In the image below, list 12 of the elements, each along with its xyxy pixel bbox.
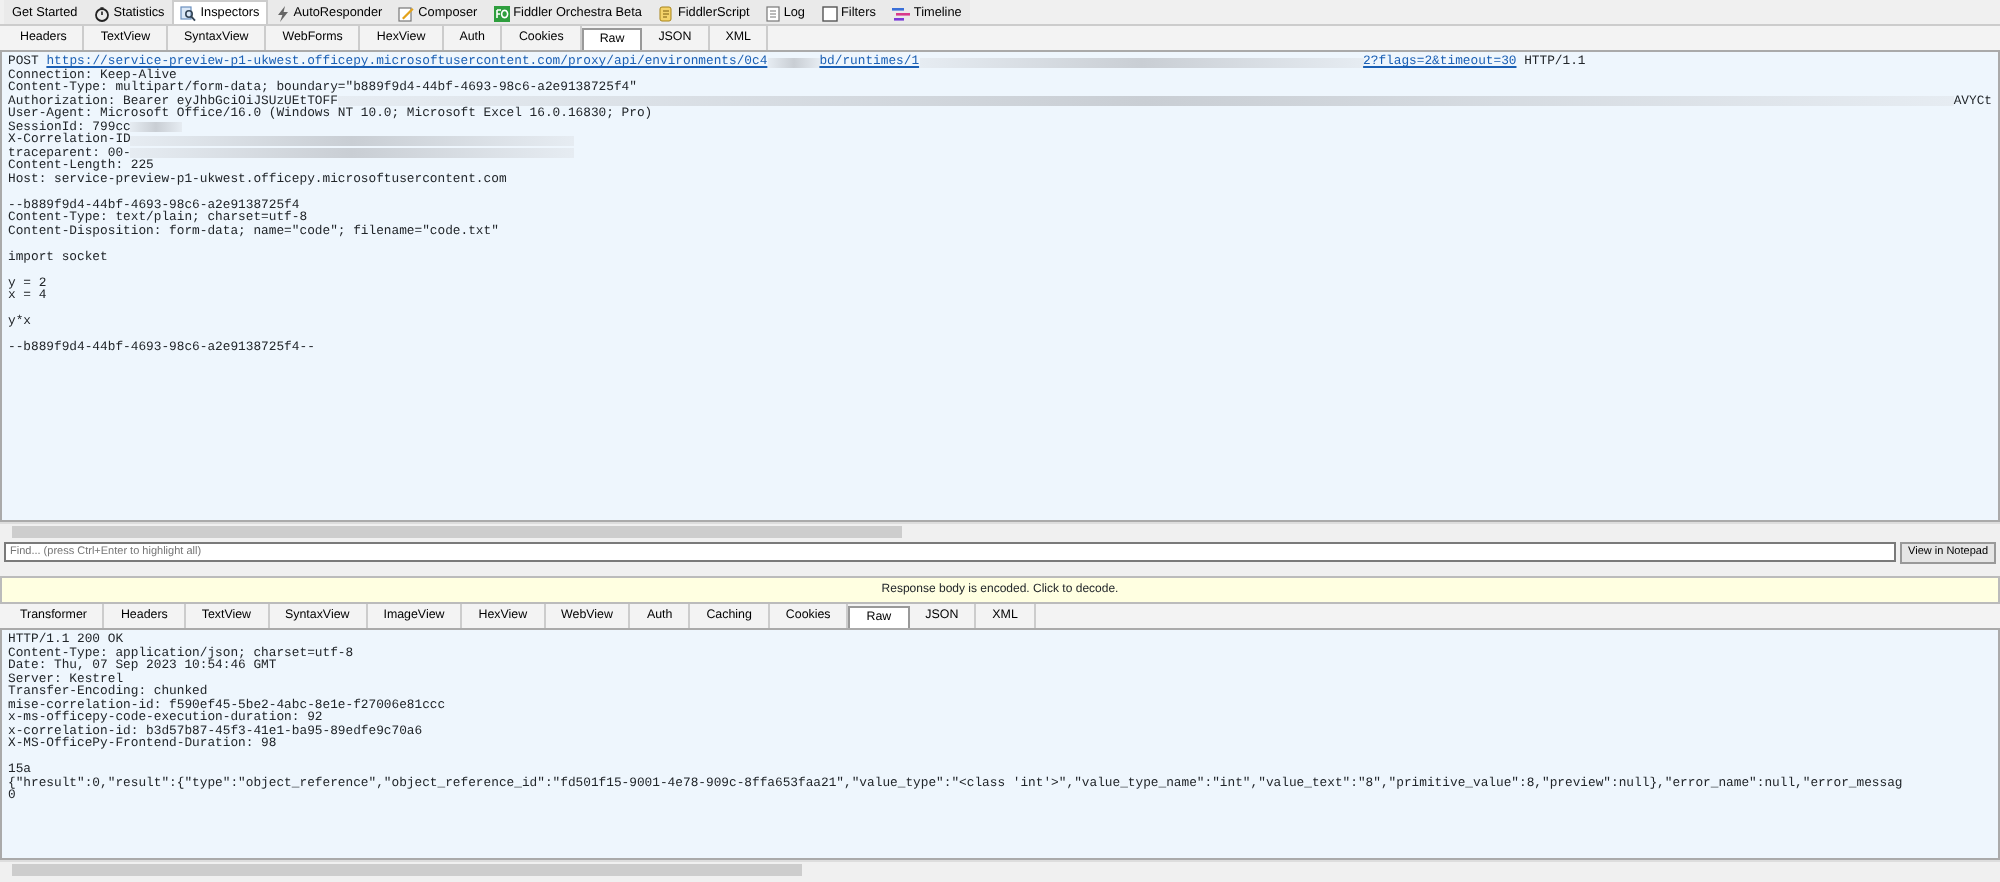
document-icon [765,5,780,21]
redacted-area [767,57,820,68]
checkbox-icon [821,5,837,21]
horizontal-scrollbar[interactable] [0,522,2000,540]
logo-icon [493,5,510,21]
pencil-icon [398,5,415,21]
timeline-icon [891,5,910,21]
search-icon [180,5,197,21]
scroll-icon [657,5,674,21]
lightning-icon [275,5,290,21]
stopwatch-icon [93,5,110,21]
horizontal-scrollbar[interactable] [0,860,2000,878]
